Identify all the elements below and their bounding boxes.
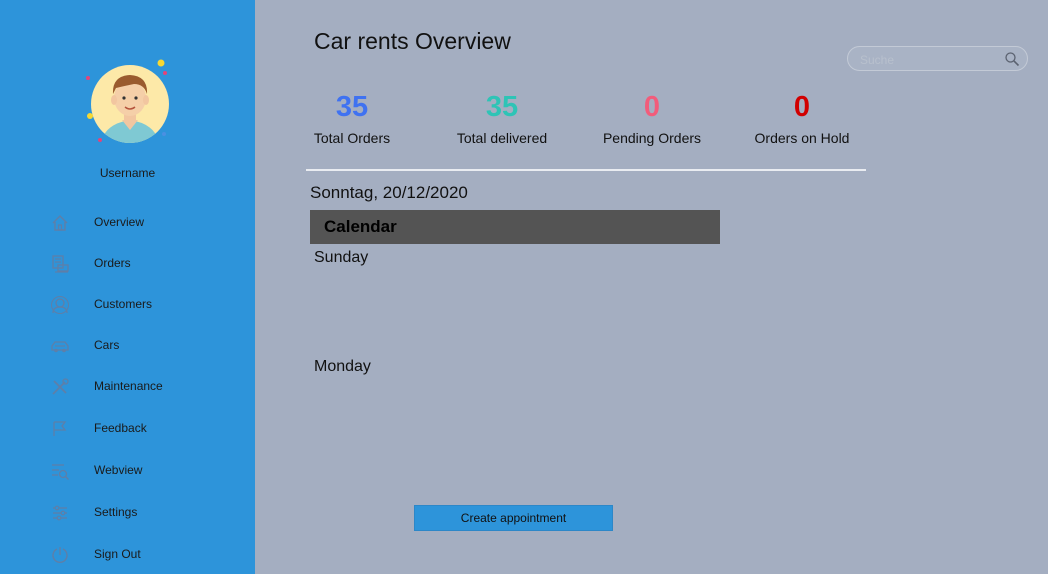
sidebar-item-customers[interactable]: Customers [0,288,255,322]
stat-label: Pending Orders [602,130,702,146]
sidebar-item-label: Webview [94,463,143,477]
customers-icon [51,296,69,314]
sidebar-item-label: Settings [94,505,138,519]
sidebar-item-label: Feedback [94,421,147,435]
home-icon [52,215,68,231]
stat-value: 0 [643,91,661,123]
sidebar-item-label: Maintenance [94,379,163,393]
sidebar: Username Overview Orders Customers Cars … [0,0,255,574]
stat-label: Total delivered [456,130,548,146]
sidebar-item-webview[interactable]: Webview [0,454,255,488]
sidebar-item-sign-out[interactable]: Sign Out [0,538,255,572]
calendar-header: Calendar [310,210,720,244]
search-input[interactable] [858,50,1002,69]
sidebar-item-label: Customers [94,297,153,311]
current-date: Sonntag, 20/12/2020 [310,183,468,202]
sidebar-item-label: Orders [94,256,131,270]
sidebar-item-overview[interactable]: Overview [0,206,255,240]
stat-total-delivered: 35 Total delivered [446,88,558,146]
stat-total-orders: 35 Total Orders [304,88,400,146]
avatar [84,58,174,148]
sidebar-item-maintenance[interactable]: Maintenance [0,370,255,404]
settings-icon [53,505,67,521]
feedback-icon [53,421,67,436]
stat-label: Total Orders [313,130,391,146]
car-icon [51,341,69,353]
stat-orders-on-hold: 0 Orders on Hold [744,88,860,146]
stat-label: Orders on Hold [754,130,850,146]
orders-icon [52,255,69,273]
sidebar-item-orders[interactable]: Orders [0,247,255,281]
create-appointment-button[interactable]: Create appointment [414,505,613,531]
calendar-day-sunday: Sunday [314,249,369,266]
search-icon[interactable] [1004,51,1020,67]
sidebar-item-cars[interactable]: Cars [0,329,255,363]
signout-icon [52,547,68,564]
sidebar-item-label: Sign Out [94,547,141,561]
calendar-title: Calendar [324,217,397,236]
webview-icon [52,464,70,481]
divider [306,169,866,171]
stat-value: 35 [485,91,519,123]
stat-value: 0 [793,91,811,123]
sidebar-item-label: Cars [94,338,120,352]
search-box[interactable] [847,46,1028,71]
page-title: Car rents Overview [314,28,511,54]
sidebar-item-label: Overview [94,215,145,229]
tools-icon [52,378,69,395]
stat-value: 35 [335,91,369,123]
calendar-day-monday: Monday [314,358,371,375]
username-label: Username [99,166,156,180]
sidebar-item-feedback[interactable]: Feedback [0,412,255,446]
sidebar-item-settings[interactable]: Settings [0,496,255,530]
stat-pending-orders: 0 Pending Orders [594,88,710,146]
